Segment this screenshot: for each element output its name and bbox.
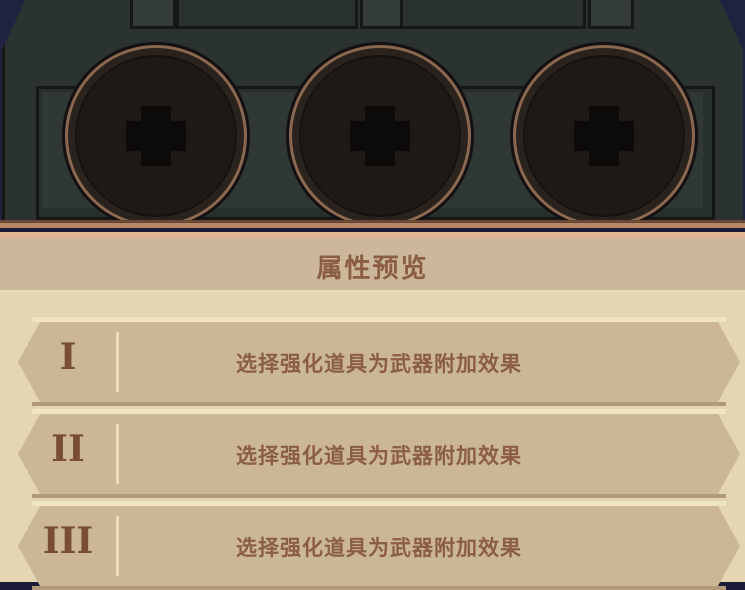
upgrade-slot-3[interactable] <box>513 45 695 227</box>
frame-tab <box>176 0 358 29</box>
attribute-row-3[interactable]: III 选择强化道具为武器附加效果 <box>18 501 740 590</box>
upgrade-slot-1[interactable] <box>65 45 247 227</box>
frame-tab <box>588 0 634 29</box>
row-numeral: I <box>59 336 77 378</box>
row-description: 选择强化道具为武器附加效果 <box>236 536 522 560</box>
attribute-preview-panel: 属性预览 I 选择强化道具为武器附加效果 II 选择强化道具为武器附加效果 II… <box>0 238 745 590</box>
title-bar: 属性预览 <box>0 238 745 294</box>
frame-tab <box>130 0 176 29</box>
panel-divider <box>0 220 745 228</box>
upgrade-slot-2[interactable] <box>289 45 471 227</box>
attribute-row-1[interactable]: I 选择强化道具为武器附加效果 <box>18 317 740 406</box>
row-numeral: II <box>51 428 85 470</box>
row-numeral: III <box>42 520 94 562</box>
preview-list: I 选择强化道具为武器附加效果 II 选择强化道具为武器附加效果 III 选择强… <box>0 294 745 590</box>
equipment-panel <box>0 0 745 228</box>
attribute-row-2[interactable]: II 选择强化道具为武器附加效果 <box>18 409 740 498</box>
panel-title: 属性预览 <box>316 254 429 284</box>
frame-tab <box>400 0 586 29</box>
row-description: 选择强化道具为武器附加效果 <box>236 444 522 468</box>
row-description: 选择强化道具为武器附加效果 <box>236 352 522 376</box>
